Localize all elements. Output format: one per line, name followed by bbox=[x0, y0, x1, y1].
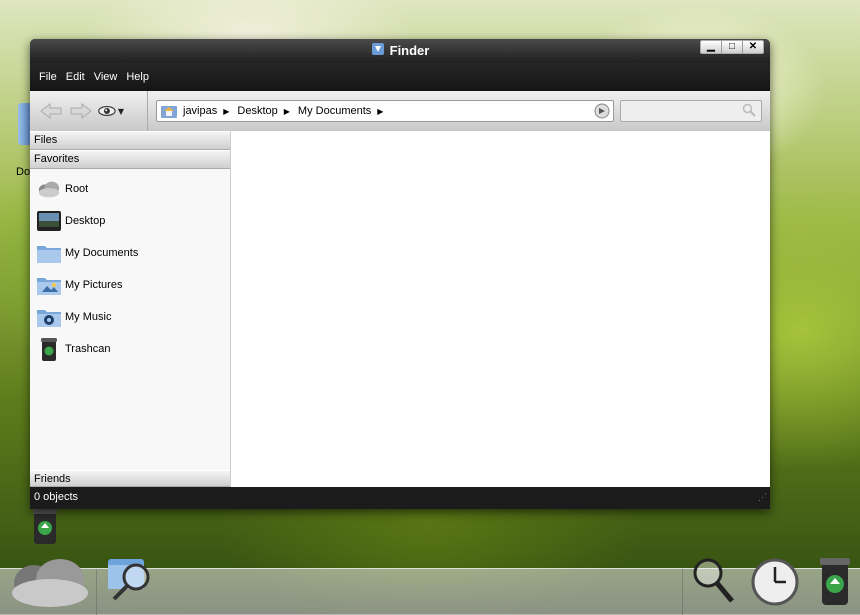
forward-arrow-icon bbox=[70, 102, 92, 120]
sidebar: Files Favorites Root Desktop My Document… bbox=[30, 131, 231, 487]
menu-help[interactable]: Help bbox=[126, 71, 149, 83]
breadcrumb-label: javipas bbox=[183, 105, 218, 117]
desktop-icon bbox=[37, 209, 61, 233]
breadcrumb-javipas[interactable]: javipas ▶ bbox=[183, 105, 237, 117]
dock-separator bbox=[96, 569, 97, 615]
title-bar[interactable]: Finder ▁ □ ✕ bbox=[30, 39, 770, 63]
finder-window: Finder ▁ □ ✕ File Edit View Help ▼ javip… bbox=[30, 39, 770, 509]
sidebar-item-label: My Music bbox=[65, 311, 112, 323]
resize-grip-icon[interactable]: ⋰ bbox=[758, 487, 767, 507]
friends-header[interactable]: Friends bbox=[30, 470, 230, 487]
cloud-icon bbox=[37, 177, 61, 201]
sidebar-item-label: My Documents bbox=[65, 247, 139, 259]
sidebar-item-label: Trashcan bbox=[65, 343, 111, 355]
favorites-list: Root Desktop My Documents My Pictures My… bbox=[30, 169, 230, 365]
go-icon[interactable] bbox=[594, 103, 610, 119]
desktop-icon-label: Do bbox=[16, 166, 31, 178]
breadcrumb-arrow-icon: ▶ bbox=[223, 106, 230, 116]
music-folder-icon bbox=[37, 305, 61, 329]
menu-view[interactable]: View bbox=[94, 71, 118, 83]
desktop-trash-icon[interactable] bbox=[31, 506, 59, 549]
breadcrumb-desktop[interactable]: Desktop ▶ bbox=[237, 105, 298, 117]
dock bbox=[0, 558, 860, 615]
home-folder-icon bbox=[161, 104, 177, 118]
window-body: Files Favorites Root Desktop My Document… bbox=[30, 131, 770, 487]
dock-search-icon[interactable] bbox=[690, 555, 736, 608]
breadcrumb-label: My Documents bbox=[297, 105, 372, 117]
back-arrow-icon bbox=[40, 102, 62, 120]
menu-bar: File Edit View Help bbox=[30, 63, 770, 91]
path-bar[interactable]: javipas ▶ Desktop ▶ My Documents ▶ bbox=[156, 100, 614, 122]
chevron-down-icon: ▼ bbox=[117, 106, 124, 116]
finder-app-icon bbox=[371, 40, 385, 64]
window-controls: ▁ □ ✕ bbox=[700, 40, 764, 54]
status-text: 0 objects bbox=[34, 491, 79, 503]
sidebar-item-root[interactable]: Root bbox=[30, 173, 230, 205]
view-mode-button[interactable]: ▼ bbox=[98, 100, 124, 122]
favorites-header[interactable]: Favorites bbox=[30, 150, 230, 169]
eye-icon bbox=[98, 105, 116, 117]
back-button[interactable] bbox=[38, 100, 64, 122]
status-bar: 0 objects ⋰ bbox=[30, 487, 770, 509]
trash-icon bbox=[37, 337, 61, 361]
files-header[interactable]: Files bbox=[30, 131, 230, 150]
sidebar-item-my-music[interactable]: My Music bbox=[30, 301, 230, 333]
sidebar-item-label: My Pictures bbox=[65, 279, 123, 291]
toolbar: ▼ javipas ▶ Desktop ▶ My Documents ▶ bbox=[30, 91, 770, 132]
close-button[interactable]: ✕ bbox=[742, 41, 763, 53]
folder-icon bbox=[37, 241, 61, 265]
nav-buttons: ▼ bbox=[30, 91, 148, 131]
breadcrumb-arrow-icon: ▶ bbox=[377, 106, 384, 116]
breadcrumb-label: Desktop bbox=[237, 105, 278, 117]
sidebar-item-trashcan[interactable]: Trashcan bbox=[30, 333, 230, 365]
search-icon bbox=[742, 103, 756, 120]
sidebar-item-desktop[interactable]: Desktop bbox=[30, 205, 230, 237]
window-title: Finder bbox=[389, 43, 430, 58]
menu-edit[interactable]: Edit bbox=[66, 71, 85, 83]
minimize-button[interactable]: ▁ bbox=[701, 41, 721, 53]
forward-button[interactable] bbox=[68, 100, 94, 122]
sidebar-item-label: Root bbox=[65, 183, 89, 195]
search-input[interactable] bbox=[620, 100, 762, 122]
dock-cloud-icon[interactable] bbox=[8, 553, 90, 612]
menu-file[interactable]: File bbox=[39, 71, 57, 83]
breadcrumb-my-documents[interactable]: My Documents ▶ bbox=[298, 105, 392, 117]
sidebar-item-my-pictures[interactable]: My Pictures bbox=[30, 269, 230, 301]
breadcrumb-arrow-icon: ▶ bbox=[283, 106, 290, 116]
dock-finder-search-icon[interactable] bbox=[106, 553, 156, 606]
dock-trash-icon[interactable] bbox=[818, 555, 852, 610]
dock-clock-icon[interactable] bbox=[750, 557, 800, 610]
pictures-folder-icon bbox=[37, 273, 61, 297]
sidebar-item-my-documents[interactable]: My Documents bbox=[30, 237, 230, 269]
sidebar-item-label: Desktop bbox=[65, 215, 106, 227]
dock-separator bbox=[682, 569, 683, 615]
maximize-button[interactable]: □ bbox=[721, 41, 742, 53]
file-view[interactable] bbox=[231, 131, 770, 487]
